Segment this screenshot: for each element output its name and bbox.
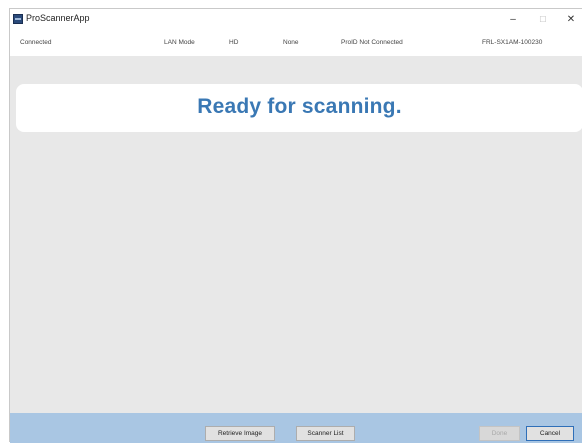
- cancel-button[interactable]: Cancel: [526, 426, 574, 441]
- device-id: FRL-SX1AM-100230: [482, 39, 543, 46]
- connection-status: Connected: [20, 39, 52, 46]
- window-title: ProScannerApp: [26, 13, 90, 23]
- app-icon: [13, 14, 23, 24]
- app-window: ProScannerApp – ☐ ✕ Connected LAN Mode H…: [9, 8, 582, 443]
- resolution-status: HD: [229, 39, 239, 46]
- title-bar[interactable]: ProScannerApp – ☐ ✕: [10, 9, 582, 30]
- scan-area: Ready for scanning.: [10, 56, 582, 415]
- scanner-list-button[interactable]: Scanner List: [296, 426, 355, 441]
- maximize-button[interactable]: ☐: [528, 9, 558, 30]
- minimize-button[interactable]: –: [498, 9, 528, 30]
- status-bar: Connected LAN Mode HD None ProID Not Con…: [10, 30, 582, 56]
- option-status: None: [283, 39, 299, 46]
- close-button[interactable]: ✕: [556, 9, 582, 30]
- ready-message: Ready for scanning.: [197, 95, 402, 118]
- proid-status: ProID Not Connected: [341, 39, 403, 46]
- status-banner: Ready for scanning.: [16, 84, 582, 132]
- action-bar: Retrieve Image Scanner List Done Cancel: [10, 413, 582, 443]
- done-button[interactable]: Done: [479, 426, 520, 441]
- connection-mode: LAN Mode: [164, 39, 195, 46]
- retrieve-image-button[interactable]: Retrieve Image: [205, 426, 275, 441]
